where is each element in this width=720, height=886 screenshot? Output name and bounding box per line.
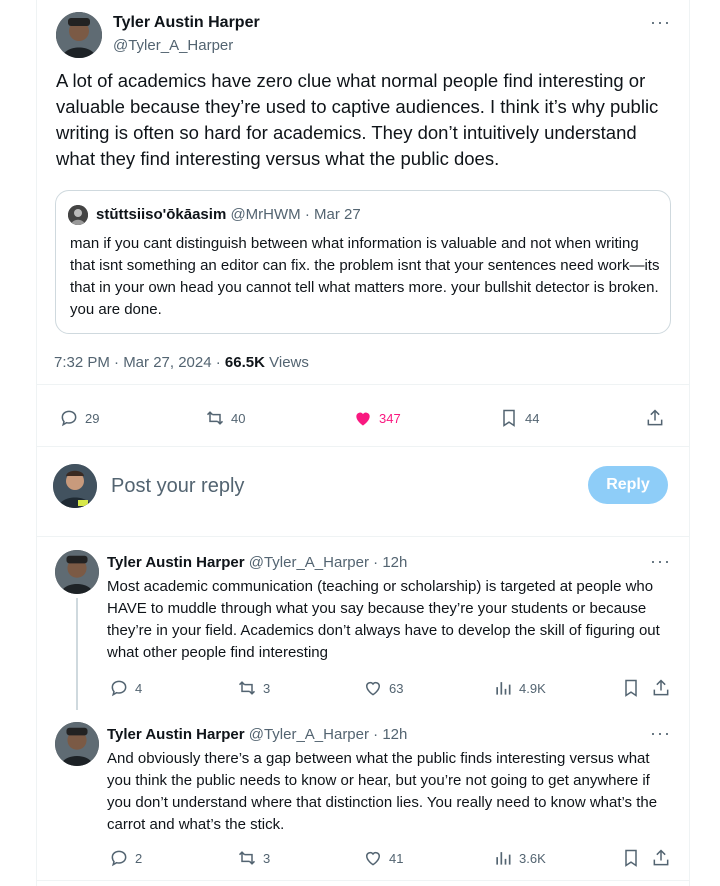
share-icon	[653, 679, 669, 696]
views-chart-icon	[496, 852, 511, 865]
like-action[interactable]: 347	[353, 408, 401, 428]
reply-author-avatar[interactable]	[55, 550, 99, 594]
bookmark-icon	[625, 679, 637, 697]
divider	[37, 880, 689, 881]
retweet-action[interactable]: 40	[205, 408, 245, 428]
reply-icon	[111, 850, 127, 867]
views-label: Views	[269, 354, 309, 371]
reply-header: Tyler Austin Harper @Tyler_A_Harper · 12…	[107, 726, 407, 743]
retweet-icon	[206, 411, 224, 425]
retweet-icon	[238, 851, 256, 865]
like-action[interactable]: 63	[363, 678, 403, 698]
reply-icon	[61, 410, 77, 427]
author-handle[interactable]: @Tyler_A_Harper	[113, 37, 233, 54]
reply-author-name[interactable]: Tyler Austin Harper	[107, 726, 245, 743]
divider	[37, 536, 689, 537]
tweet-detail-panel: Tyler Austin Harper @Tyler_A_Harper ··· …	[36, 0, 690, 886]
bookmark-action[interactable]	[621, 678, 641, 698]
view-count: 66.5K	[224, 354, 265, 371]
quoted-header: stŭttsiiso'ōkāasim @MrHWM · Mar 27	[96, 206, 361, 223]
reply-header: Tyler Austin Harper @Tyler_A_Harper · 12…	[107, 554, 407, 571]
reply-time[interactable]: · 12h	[373, 726, 407, 743]
divider	[37, 446, 689, 447]
retweet-count: 40	[231, 410, 246, 426]
quoted-date: · Mar 27	[304, 206, 361, 223]
reply-avatar-image	[55, 550, 99, 594]
heart-icon	[365, 851, 381, 866]
author-name[interactable]: Tyler Austin Harper	[113, 14, 260, 32]
reply-count: 29	[85, 410, 100, 426]
reply-input[interactable]	[109, 470, 553, 502]
share-action[interactable]	[645, 408, 665, 428]
views-action[interactable]: 4.9K	[493, 678, 546, 698]
current-user-avatar[interactable]	[53, 464, 97, 508]
views-chart-icon	[496, 682, 511, 695]
reply-count: 2	[135, 850, 143, 866]
retweet-icon	[238, 681, 256, 695]
divider	[37, 384, 689, 385]
views-count: 3.6K	[519, 850, 546, 866]
views-action[interactable]: 3.6K	[493, 848, 546, 868]
bookmark-icon	[625, 849, 637, 867]
bookmark-action[interactable]: 44	[499, 408, 539, 428]
reply-author-name[interactable]: Tyler Austin Harper	[107, 554, 245, 571]
quoted-author-handle: @MrHWM	[230, 206, 301, 223]
tweet-timestamp[interactable]: 7:32 PM · Mar 27, 2024 ·	[54, 354, 221, 371]
quoted-author-avatar	[68, 205, 88, 225]
reply-action[interactable]: 4	[109, 678, 142, 698]
retweet-action[interactable]: 3	[237, 678, 270, 698]
quoted-avatar-image	[68, 205, 88, 225]
author-avatar-image	[56, 12, 102, 58]
like-count: 41	[389, 850, 404, 866]
reply-author-handle[interactable]: @Tyler_A_Harper	[249, 554, 369, 571]
like-count: 63	[389, 680, 404, 696]
retweet-action[interactable]: 3	[237, 848, 270, 868]
views-count: 4.9K	[519, 680, 546, 696]
heart-filled-icon	[356, 412, 370, 426]
heart-icon	[365, 681, 381, 696]
tweet-meta: 7:32 PM · Mar 27, 2024 · 66.5K Views	[54, 354, 309, 371]
reply-count: 4	[135, 680, 143, 696]
retweet-count: 3	[263, 850, 271, 866]
reply-text: And obviously there’s a gap between what…	[107, 750, 658, 833]
share-icon	[647, 409, 663, 426]
reply-author-avatar[interactable]	[55, 722, 99, 766]
reply-icon	[111, 680, 127, 697]
more-options-icon[interactable]: ···	[650, 551, 671, 572]
author-avatar[interactable]	[56, 12, 102, 58]
bookmark-icon	[503, 409, 515, 427]
bookmark-action[interactable]	[621, 848, 641, 868]
share-icon	[653, 849, 669, 866]
like-action[interactable]: 41	[363, 848, 403, 868]
like-count: 347	[379, 410, 401, 426]
more-options-icon[interactable]: ···	[650, 12, 671, 33]
reply-action[interactable]: 29	[59, 408, 99, 428]
retweet-count: 3	[263, 680, 271, 696]
share-action[interactable]	[651, 678, 671, 698]
quoted-author-name: stŭttsiiso'ōkāasim	[96, 206, 227, 223]
reply-action[interactable]: 2	[109, 848, 142, 868]
reply-time[interactable]: · 12h	[373, 554, 407, 571]
reply-author-handle[interactable]: @Tyler_A_Harper	[249, 726, 369, 743]
share-action[interactable]	[651, 848, 671, 868]
more-options-icon[interactable]: ···	[650, 723, 671, 744]
reply-button[interactable]: Reply	[588, 466, 668, 504]
tweet-text: A lot of academics have zero clue what n…	[56, 70, 659, 169]
thread-connector	[76, 598, 78, 710]
reply-avatar-image	[55, 722, 99, 766]
reply-text: Most academic communication (teaching or…	[107, 578, 660, 661]
bookmark-count: 44	[525, 410, 540, 426]
current-user-avatar-image	[53, 464, 97, 508]
quoted-tweet[interactable]: stŭttsiiso'ōkāasim @MrHWM · Mar 27 man i…	[55, 190, 671, 334]
quoted-text: man if you cant distinguish between what…	[70, 235, 660, 318]
